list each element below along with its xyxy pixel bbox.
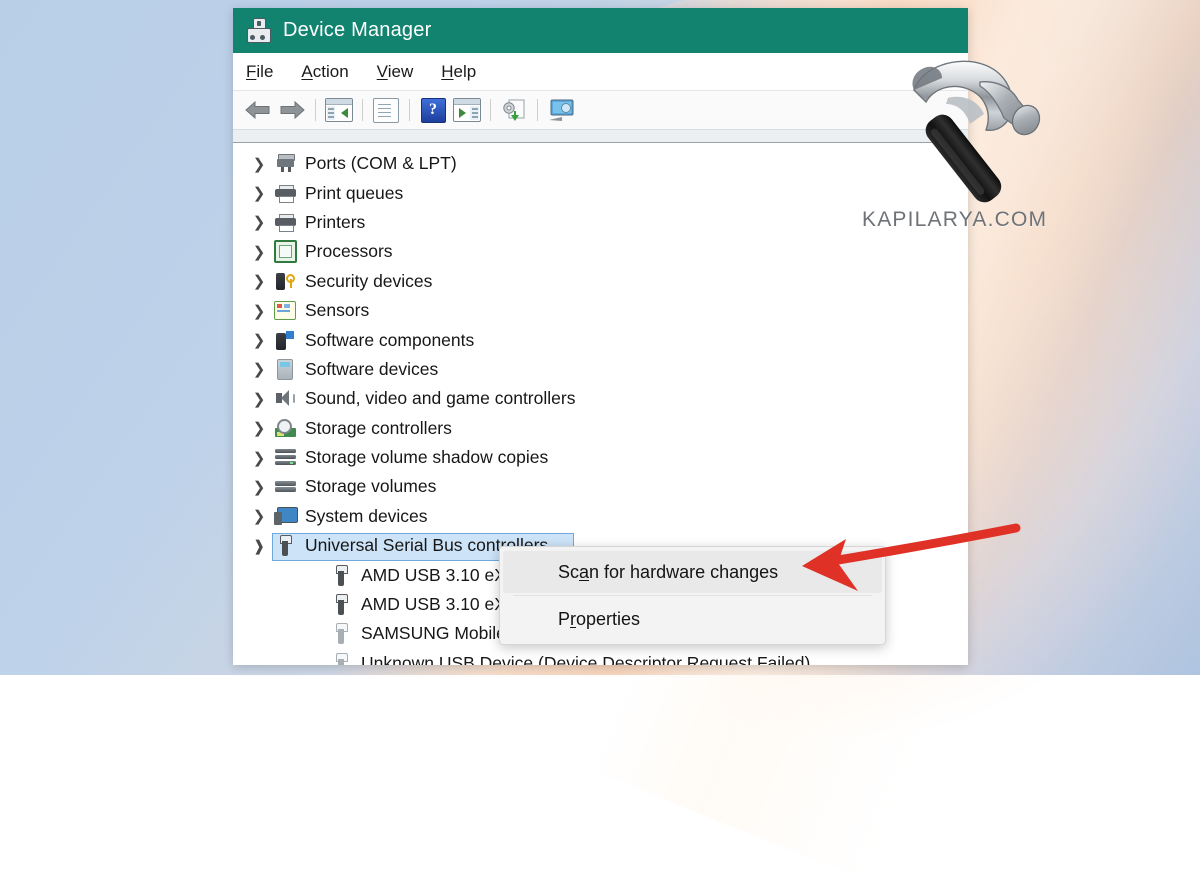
menu-help[interactable]: Help <box>441 62 476 82</box>
toolbar-bottom-strip <box>233 129 968 143</box>
tree-item-label: Sensors <box>305 300 370 321</box>
security-key-icon <box>272 270 298 292</box>
menu-separator <box>513 595 872 596</box>
show-hide-console-tree-button[interactable] <box>322 95 356 125</box>
show-hide-action-pane-button[interactable] <box>450 95 484 125</box>
printer-icon <box>272 211 298 233</box>
menu-item-label: Scan for hardware changes <box>558 561 779 582</box>
toolbar-separator <box>362 99 363 121</box>
tree-item-print-queues[interactable]: ❯ Print queues <box>233 178 968 207</box>
chevron-right-icon[interactable]: ❯ <box>246 419 272 437</box>
chevron-right-icon[interactable]: ❯ <box>246 243 272 261</box>
toolbar-separator <box>490 99 491 121</box>
tree-item-label: Software components <box>305 329 475 350</box>
usb-icon <box>328 564 354 586</box>
chevron-right-icon[interactable]: ❯ <box>246 360 272 378</box>
tree-item-storage-volume-shadow-copies[interactable]: ❯ Storage volume shadow copies <box>233 443 968 472</box>
tree-item-sensors[interactable]: ❯ Sensors <box>233 296 968 325</box>
tree-item-label: Storage volumes <box>305 476 437 497</box>
tree-item-label: Ports (COM & LPT) <box>305 153 457 174</box>
tree-item-processors[interactable]: ❯ Processors <box>233 237 968 266</box>
tree-item-label: Storage controllers <box>305 417 452 438</box>
forward-arrow-icon <box>280 100 305 120</box>
chevron-right-icon[interactable]: ❯ <box>246 449 272 467</box>
context-menu: Scan for hardware changes Properties <box>499 546 886 645</box>
tree-item-storage-controllers[interactable]: ❯ Storage controllers <box>233 414 968 443</box>
port-icon <box>272 153 298 175</box>
usb-icon <box>328 594 354 616</box>
menu-view[interactable]: View <box>377 62 414 82</box>
properties-icon <box>373 97 399 123</box>
watermark: KAPILARYA.COM <box>862 208 1048 231</box>
chevron-right-icon[interactable]: ❯ <box>246 155 272 173</box>
menubar: File Action View Help <box>233 53 968 90</box>
menu-action[interactable]: Action <box>301 62 348 82</box>
scan-hardware-changes-button[interactable] <box>544 95 578 125</box>
tree-item-ports[interactable]: ❯ Ports (COM & LPT) <box>233 149 968 178</box>
tree-item-label: Print queues <box>305 182 404 203</box>
properties-button[interactable] <box>369 95 403 125</box>
scan-monitor-icon <box>548 99 573 121</box>
chevron-right-icon[interactable]: ❯ <box>246 213 272 231</box>
tree-item-system-devices[interactable]: ❯ System devices <box>233 502 968 531</box>
tree-item-storage-volumes[interactable]: ❯ Storage volumes <box>233 472 968 501</box>
usb-icon <box>272 535 298 557</box>
tree-item-label: Printers <box>305 211 366 232</box>
chevron-right-icon[interactable]: ❯ <box>246 478 272 496</box>
claw-hammer-icon <box>912 60 1041 203</box>
menu-item-label: Properties <box>558 608 641 629</box>
chevron-down-icon[interactable]: ❱ <box>246 537 272 555</box>
tree-item-label: Processors <box>305 241 393 262</box>
update-driver-gear-icon <box>502 99 524 121</box>
toolbar: ? <box>233 90 968 129</box>
software-device-icon <box>272 358 298 380</box>
tree-item-software-devices[interactable]: ❯ Software devices <box>233 355 968 384</box>
tree-item-label: Security devices <box>305 270 433 291</box>
storage-volume-icon <box>272 476 298 498</box>
tree-item-printers[interactable]: ❯ Printers <box>233 208 968 237</box>
chevron-right-icon[interactable]: ❯ <box>246 331 272 349</box>
usb-icon <box>328 652 354 665</box>
storage-stack-icon <box>272 447 298 469</box>
tree-item-sound-video-game-controllers[interactable]: ❯ Sound, video and game controllers <box>233 384 968 413</box>
tree-item-security-devices[interactable]: ❯ Security devices <box>233 267 968 296</box>
window-title: Device Manager <box>283 19 432 41</box>
tree-item-label: Sound, video and game controllers <box>305 388 576 409</box>
forward-button[interactable] <box>275 95 309 125</box>
action-pane-icon <box>453 98 481 122</box>
back-button[interactable] <box>241 95 275 125</box>
cpu-icon <box>272 240 298 264</box>
chevron-right-icon[interactable]: ❯ <box>246 507 272 525</box>
update-driver-button[interactable] <box>497 95 531 125</box>
menu-item-scan-for-hardware-changes[interactable]: Scan for hardware changes <box>503 551 882 593</box>
chevron-right-icon[interactable]: ❯ <box>246 184 272 202</box>
chevron-right-icon[interactable]: ❯ <box>246 390 272 408</box>
tree-item-unknown-usb-device[interactable]: Unknown USB Device (Device Descriptor Re… <box>233 649 968 665</box>
software-component-icon <box>272 329 298 351</box>
usb-icon <box>328 623 354 645</box>
chevron-right-icon[interactable]: ❯ <box>246 272 272 290</box>
device-manager-icon <box>245 17 271 44</box>
sensor-icon <box>272 300 298 322</box>
system-device-icon <box>272 505 298 527</box>
menu-item-properties[interactable]: Properties <box>503 598 882 640</box>
toolbar-separator <box>537 99 538 121</box>
help-button[interactable]: ? <box>416 95 450 125</box>
tree-item-software-components[interactable]: ❯ Software components <box>233 325 968 354</box>
toolbar-separator <box>409 99 410 121</box>
window-titlebar: Device Manager <box>233 8 968 53</box>
tree-item-label: Unknown USB Device (Device Descriptor Re… <box>361 652 811 665</box>
tree-item-label: System devices <box>305 505 428 526</box>
printer-icon <box>272 182 298 204</box>
tree-item-label: Software devices <box>305 358 439 379</box>
tree-item-label: Storage volume shadow copies <box>305 447 549 468</box>
back-arrow-icon <box>245 100 270 120</box>
console-tree-icon <box>325 98 353 122</box>
speaker-icon <box>272 388 298 410</box>
chevron-right-icon[interactable]: ❯ <box>246 302 272 320</box>
toolbar-separator <box>315 99 316 121</box>
storage-controller-icon <box>272 417 298 439</box>
help-question-icon: ? <box>420 97 446 123</box>
menu-file[interactable]: File <box>246 62 273 82</box>
